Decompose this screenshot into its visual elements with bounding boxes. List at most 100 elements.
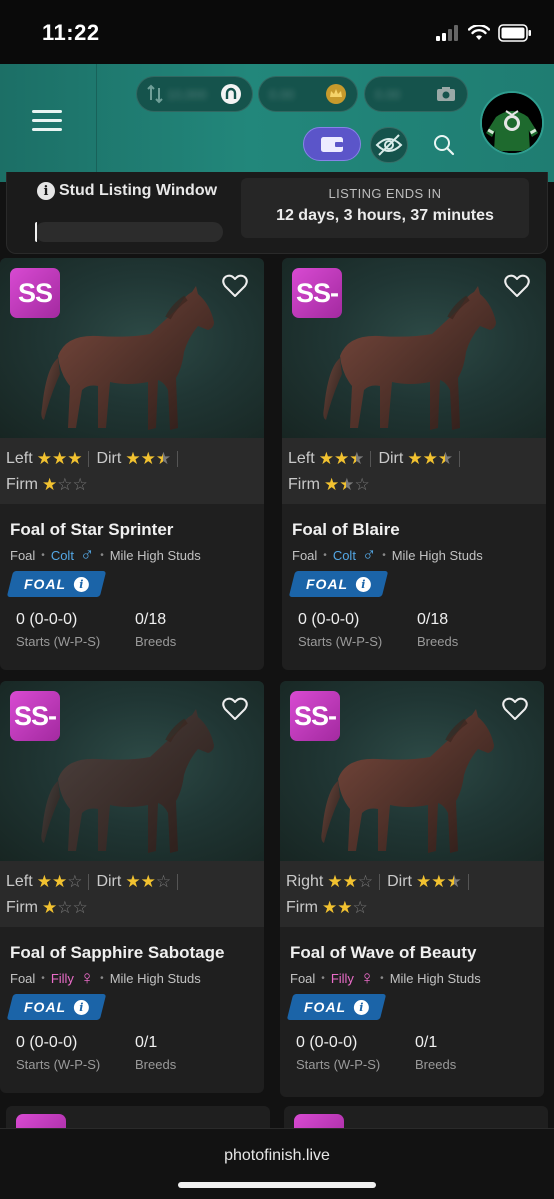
breeds-value: 0/1 [135,1034,158,1051]
breeds-label: Breeds [415,1057,457,1072]
horse-card[interactable]: SS Left ★ ★ ★ Dirt ★ ★ ★ Firm ★ ☆ ☆ Foal… [0,258,264,670]
surface-label: Dirt [387,873,412,890]
surface-label: Left [288,450,315,467]
separator-dot: • [41,973,45,984]
horse-name[interactable]: Foal of Star Sprinter [10,520,254,540]
info-icon[interactable]: i [37,182,55,200]
star-empty-icon: ☆ [352,898,367,917]
user-avatar[interactable] [480,91,544,155]
stable-name[interactable]: Mile High Studs [110,971,201,986]
separator-dot: • [321,973,325,984]
horse-card[interactable]: SS- Left ★ ★ ☆ Dirt ★ ★ ☆ Firm ★ ☆ ☆ Foa… [0,681,264,1093]
breeds-value: 0/18 [417,611,449,628]
surface-rating-row: Firm ★ ☆ ☆ [6,895,258,921]
surface-ratings: Right ★ ★ ☆ Dirt ★ ★ ★ Firm ★ ★ ☆ [280,861,544,927]
starts-stat: 0 (0-0-0) Starts (W-P-S) [16,1034,135,1072]
starts-value: 0 (0-0-0) [16,611,78,628]
favorite-button[interactable] [504,274,532,300]
horse-name[interactable]: Foal of Blaire [292,520,536,540]
star-empty-icon: ☆ [354,475,369,494]
horse-stats: 0 (0-0-0) Starts (W-P-S) 0/1 Breeds [10,1034,254,1072]
surface-rating-row: Left ★ ★ ★ Dirt ★ ★ ★ [288,446,540,472]
listing-window-label: Stud Listing Window [59,182,218,199]
divider [88,451,90,467]
browser-address-bar[interactable]: photofinish.live [0,1128,554,1199]
star-rating: ★ ☆ ☆ [42,475,88,495]
listing-ends-label: LISTING ENDS IN [328,186,442,201]
separator-dot: • [380,973,384,984]
star-filled-icon: ★ [342,872,358,891]
heart-icon [222,274,248,297]
surface-label: Firm [288,476,320,493]
transfer-arrows-icon [147,84,163,104]
horse-image-area[interactable]: SS [0,258,264,438]
star-empty-icon: ☆ [72,475,87,494]
foal-tag[interactable]: FOAL i [6,994,107,1020]
foal-tag[interactable]: FOAL i [288,571,389,597]
starts-value: 0 (0-0-0) [16,1034,78,1051]
breeds-label: Breeds [135,1057,177,1072]
surface-ratings: Left ★ ★ ★ Dirt ★ ★ ★ Firm ★ ★ ☆ [282,438,546,504]
grade-badge: SS [10,268,60,318]
horseshoe-balance-pill[interactable]: 10,000 [136,76,253,112]
foal-tag-label: FOAL [24,576,67,592]
horse-name[interactable]: Foal of Sapphire Sabotage [10,943,254,963]
horseshoe-balance-value: 10,000 [167,86,207,102]
star-filled-icon: ★ [125,872,140,891]
horse-image-area[interactable]: SS- [282,258,546,438]
foal-tag[interactable]: FOAL i [286,994,387,1020]
horse-image-area[interactable]: SS- [280,681,544,861]
stable-name[interactable]: Mile High Studs [110,548,201,563]
favorite-button[interactable] [222,274,250,300]
hamburger-menu-button[interactable] [32,110,62,134]
surface-rating-dirt: Dirt ★ ★ ★ [96,449,171,469]
star-half-icon: ★ [437,449,453,468]
star-half-icon: ★ [446,872,462,891]
foal-tag-label: FOAL [24,999,67,1015]
star-half-icon: ★ [339,475,354,494]
listing-window-section: i Stud Listing Window [19,178,229,248]
horse-name[interactable]: Foal of Wave of Beauty [290,943,534,963]
search-icon [434,135,455,156]
favorite-button[interactable] [502,697,530,723]
star-half-icon: ★ [155,449,171,468]
stable-name[interactable]: Mile High Studs [390,971,481,986]
star-filled-icon: ★ [125,449,140,468]
starts-label: Starts (W-P-S) [296,1057,381,1072]
surface-label: Dirt [378,450,404,467]
home-indicator[interactable] [178,1182,376,1188]
heart-icon [222,697,248,720]
surface-rating-dirt: Dirt ★ ★ ☆ [96,872,171,892]
starts-stat: 0 (0-0-0) Starts (W-P-S) [298,611,417,649]
stable-name[interactable]: Mile High Studs [392,548,483,563]
cellular-signal-icon [436,25,458,41]
search-button[interactable] [432,133,456,157]
camera-balance-value: 0.00 [375,86,401,102]
star-rating: ★ ★ ★ [319,449,365,469]
breeds-label: Breeds [135,634,177,649]
surface-label: Firm [6,899,38,916]
breeds-stat: 0/1 Breeds [415,1034,534,1072]
starts-label: Starts (W-P-S) [298,634,383,649]
star-filled-icon: ★ [36,872,52,891]
hide-balances-button[interactable] [370,127,408,163]
horse-stats: 0 (0-0-0) Starts (W-P-S) 0/18 Breeds [10,611,254,649]
foal-tag[interactable]: FOAL i [6,571,107,597]
star-empty-icon: ☆ [155,872,171,891]
horse-image-area[interactable]: SS- [0,681,264,861]
horse-card[interactable]: SS- Left ★ ★ ★ Dirt ★ ★ ★ Firm ★ ★ ☆ Foa… [282,258,546,670]
surface-label: Firm [286,899,318,916]
browser-url[interactable]: photofinish.live [0,1147,554,1165]
horse-meta: Foal • Filly ♀ • Mile High Studs [10,969,254,988]
wallet-button[interactable] [303,127,361,161]
eye-slash-icon [375,134,403,156]
favorite-button[interactable] [222,697,250,723]
camera-balance-pill[interactable]: 0.00 [364,76,468,112]
surface-rating-direction: Right ★ ★ ☆ [286,872,373,892]
menu-bar [32,110,62,113]
star-filled-icon: ★ [407,449,422,468]
surface-rating-row: Firm ★ ☆ ☆ [6,472,258,498]
breeds-stat: 0/18 Breeds [135,611,254,649]
crown-balance-pill[interactable]: 0.00 [258,76,358,112]
horse-card[interactable]: SS- Right ★ ★ ☆ Dirt ★ ★ ★ Firm ★ ★ ☆ Fo… [280,681,544,1097]
